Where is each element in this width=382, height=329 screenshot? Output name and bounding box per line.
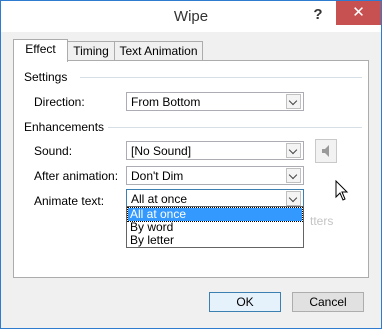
chevron-down-icon[interactable] <box>286 168 301 183</box>
chevron-down-icon[interactable] <box>286 191 301 206</box>
settings-divider <box>80 77 362 78</box>
sound-preview-button[interactable] <box>315 139 337 163</box>
after-animation-label: After animation: <box>34 169 119 183</box>
dropdown-option-by-letter[interactable]: By letter <box>128 234 302 247</box>
title-bar: Wipe ? ✕ <box>1 1 381 32</box>
tab-effect[interactable]: Effect <box>13 39 68 62</box>
sound-select[interactable]: [No Sound] <box>126 141 304 160</box>
chevron-down-icon[interactable] <box>286 143 301 158</box>
dialog-content: Effect Timing Text Animation Settings Di… <box>7 32 375 322</box>
direction-select[interactable]: From Bottom <box>126 92 304 111</box>
hidden-option-text: tters <box>310 214 334 228</box>
animate-text-dropdown: All at once By word By letter <box>126 206 304 248</box>
tab-timing[interactable]: Timing <box>66 41 116 61</box>
cancel-button[interactable]: Cancel <box>292 292 364 312</box>
close-button[interactable]: ✕ <box>336 1 381 25</box>
animate-text-value: All at once <box>131 192 188 206</box>
after-animation-select[interactable]: Don't Dim <box>126 166 304 185</box>
sound-value: [No Sound] <box>131 144 192 158</box>
animate-text-label: Animate text: <box>34 194 105 208</box>
tab-text-animation[interactable]: Text Animation <box>114 41 203 61</box>
direction-label: Direction: <box>34 95 85 109</box>
speaker-icon <box>322 145 329 157</box>
wipe-dialog: Wipe ? ✕ Effect Timing Text Animation Se… <box>0 0 382 329</box>
after-animation-value: Don't Dim <box>131 169 184 183</box>
direction-value: From Bottom <box>131 95 201 109</box>
sound-label: Sound: <box>34 144 73 158</box>
settings-heading: Settings <box>24 70 68 84</box>
ok-button[interactable]: OK <box>209 292 281 312</box>
mouse-pointer-icon <box>335 180 349 201</box>
help-button[interactable]: ? <box>307 5 329 25</box>
chevron-down-icon[interactable] <box>286 94 301 109</box>
enhancements-heading: Enhancements <box>24 120 105 134</box>
enhancements-divider <box>108 127 362 128</box>
